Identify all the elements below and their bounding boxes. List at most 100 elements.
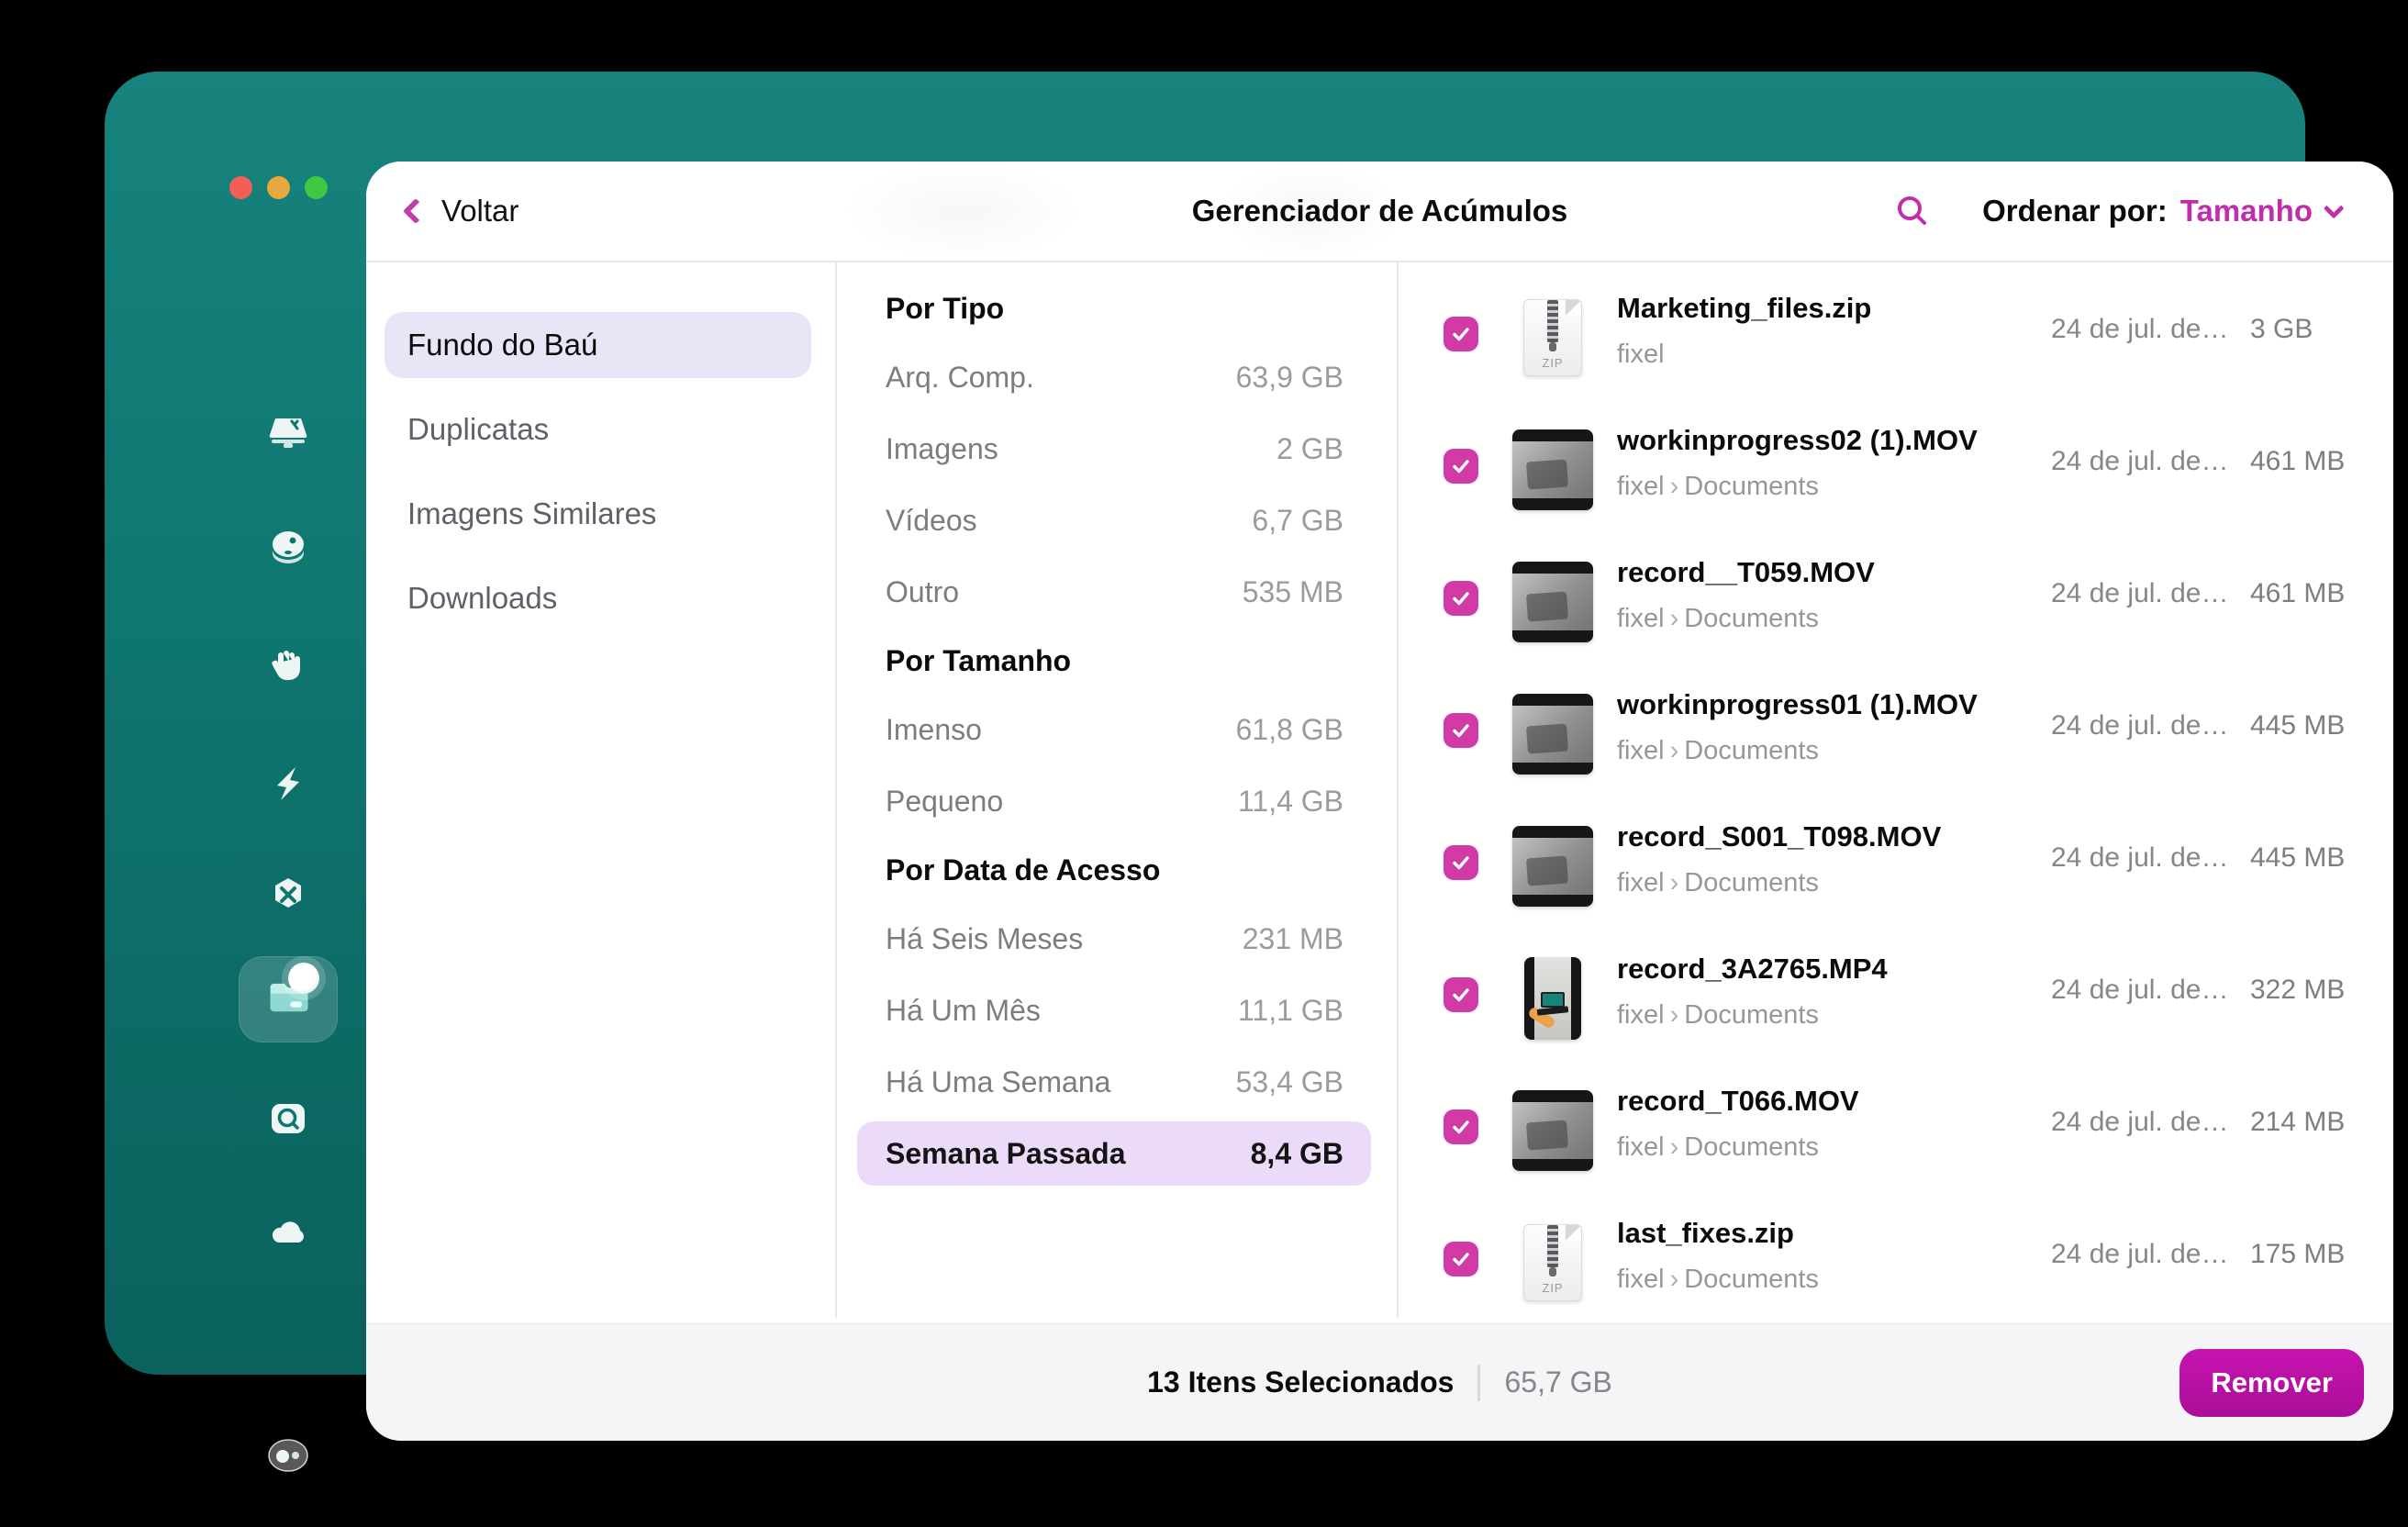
row-checkbox[interactable] — [1444, 1109, 1478, 1144]
table-row[interactable]: workinprogress01 (1).MOV fixel › Documents 2… — [1397, 664, 2393, 797]
filter-row-semana-passada[interactable]: Semana Passada 8,4 GB — [835, 1118, 1397, 1189]
file-path: fixel › Documents — [1617, 1132, 1819, 1163]
file-path: fixel › Documents — [1617, 472, 1819, 502]
zipper-detail — [1547, 1225, 1558, 1267]
sidebar-item-assistant[interactable] — [262, 1431, 315, 1484]
filter-row-imagens[interactable]: Imagens 2 GB — [835, 413, 1397, 485]
folded-corner — [1566, 300, 1581, 316]
sort-dropdown[interactable]: Ordenar por: Tamanho — [1982, 194, 2345, 228]
filter-row-h-um-m-s[interactable]: Há Um Mês 11,1 GB — [835, 975, 1397, 1046]
thumbnail-detail — [1526, 723, 1568, 754]
content-panel: Voltar Gerenciador de Acúmulos Ordenar p… — [366, 162, 2393, 1441]
letterbox-bar — [1512, 763, 1593, 775]
file-name: last_fixes.zip — [1617, 1217, 1794, 1249]
nav-item-label: Imagens Similares — [407, 496, 657, 530]
sidebar-item-protection[interactable] — [262, 641, 315, 694]
filter-panel: Por Tipo Arq. Comp. 63,9 GB Imagens 2 GB Víde… — [835, 262, 1397, 1189]
magnifier-disk-icon — [264, 1095, 312, 1147]
file-thumbnail — [1507, 690, 1599, 778]
file-name: record_3A2765.MP4 — [1617, 953, 1888, 985]
assistant-avatar-icon — [264, 1432, 312, 1484]
sidebar-item-smart-scan[interactable] — [262, 407, 315, 460]
path-segment: fixel — [1617, 340, 1665, 369]
thumbnail-detail — [1526, 591, 1568, 622]
sidebar-item-cloud[interactable] — [262, 1209, 315, 1262]
filter-row-imenso[interactable]: Imenso 61,8 GB — [835, 694, 1397, 765]
filter-size-value: 2 GB — [1276, 431, 1343, 465]
remove-button[interactable]: Remover — [2179, 1348, 2364, 1417]
chevron-down-icon — [2323, 197, 2345, 219]
file-size: 445 MB — [2250, 710, 2346, 741]
filter-size-value: 535 MB — [1242, 574, 1343, 608]
file-size: 461 MB — [2250, 578, 2346, 608]
row-checkbox[interactable] — [1444, 449, 1478, 484]
filter-row-h-seis-meses[interactable]: Há Seis Meses 231 MB — [835, 903, 1397, 975]
file-size: 461 MB — [2250, 446, 2346, 476]
filter-row-v-deos[interactable]: Vídeos 6,7 GB — [835, 485, 1397, 556]
filter-label: Arq. Comp. — [886, 360, 1034, 394]
folded-corner — [1566, 1225, 1581, 1241]
path-segment: fixel — [1617, 868, 1665, 897]
file-name: workinprogress01 (1).MOV — [1617, 688, 1978, 720]
nav-item-duplicatas[interactable]: Duplicatas — [366, 387, 835, 472]
hexagon-tools-icon — [264, 871, 312, 923]
path-separator: › — [1669, 1132, 1679, 1162]
row-checkbox[interactable] — [1444, 581, 1478, 616]
search-icon[interactable] — [1894, 193, 1931, 229]
table-row[interactable]: workinprogress02 (1).MOV fixel › Documents 2… — [1397, 400, 2393, 532]
zipper-pull — [1549, 342, 1556, 351]
filter-label: Outro — [886, 574, 960, 608]
path-segment: Documents — [1684, 868, 1819, 897]
robot-head-icon — [264, 524, 312, 576]
nav-item-imagens-similares[interactable]: Imagens Similares — [366, 472, 835, 556]
filter-row-pequeno[interactable]: Pequeno 11,4 GB — [835, 765, 1397, 837]
table-row[interactable]: record_T066.MOV fixel › Documents 24 de jul.… — [1397, 1061, 2393, 1193]
table-row[interactable]: ZIP last_fixes.zip fixel › Documents 24 de ju… — [1397, 1193, 2393, 1325]
filter-row-outro[interactable]: Outro 535 MB — [835, 556, 1397, 628]
row-checkbox[interactable] — [1444, 845, 1478, 880]
filter-size-value: 61,8 GB — [1235, 712, 1343, 746]
file-path: fixel › Documents — [1617, 604, 1819, 634]
notification-badge — [287, 962, 319, 994]
file-date: 24 de jul. de… — [2051, 1107, 2229, 1137]
path-segment: fixel — [1617, 1265, 1665, 1294]
table-row[interactable]: ZIP Marketing_files.zip fixel 24 de jul. de… — [1397, 268, 2393, 400]
sidebar-item-performance[interactable] — [262, 759, 315, 812]
zipper-pull — [1549, 1267, 1556, 1276]
letterbox-bar — [1512, 630, 1593, 642]
video-thumbnail — [1512, 694, 1593, 775]
sidebar-item-applications[interactable] — [262, 870, 315, 923]
file-date: 24 de jul. de… — [2051, 975, 2229, 1005]
file-list: ZIP Marketing_files.zip fixel 24 de jul. de… — [1397, 262, 2393, 1325]
row-checkbox[interactable] — [1444, 977, 1478, 1012]
sidebar-item-space-lens[interactable] — [262, 1094, 315, 1147]
app-window: Voltar Gerenciador de Acúmulos Ordenar p… — [105, 72, 2393, 1472]
filter-row-h-uma-semana[interactable]: Há Uma Semana 53,4 GB — [835, 1046, 1397, 1118]
file-name: workinprogress02 (1).MOV — [1617, 424, 1978, 456]
video-thumbnail-portrait — [1524, 957, 1581, 1040]
row-checkbox[interactable] — [1444, 1242, 1478, 1276]
path-separator: › — [1669, 1000, 1679, 1030]
pillarbox-bar — [1524, 957, 1534, 1040]
table-row[interactable]: record_S001_T098.MOV fixel › Documents 24 de… — [1397, 797, 2393, 929]
video-thumbnail — [1512, 826, 1593, 907]
sidebar-item-cleanup[interactable] — [262, 523, 315, 576]
selected-count: 13 Itens Selecionados — [1147, 1365, 1455, 1399]
row-checkbox[interactable] — [1444, 317, 1478, 351]
table-row[interactable]: record__T059.MOV fixel › Documents 24 de jul… — [1397, 532, 2393, 664]
zip-badge-text: ZIP — [1542, 1281, 1564, 1295]
nav-item-fundo-do-ba-[interactable]: Fundo do Baú — [366, 303, 835, 387]
table-row[interactable]: record_3A2765.MP4 fixel › Documents 24 de ju… — [1397, 929, 2393, 1061]
nav-item-label: Downloads — [407, 581, 558, 615]
letterbox-bar — [1512, 1159, 1593, 1171]
lightning-icon — [264, 760, 312, 812]
filter-row-arq-comp-[interactable]: Arq. Comp. 63,9 GB — [835, 341, 1397, 413]
video-thumbnail — [1512, 429, 1593, 510]
nav-item-downloads[interactable]: Downloads — [366, 556, 835, 641]
sidebar-item-my-clutter-active[interactable] — [238, 956, 338, 1042]
file-name: record_T066.MOV — [1617, 1085, 1859, 1117]
row-checkbox[interactable] — [1444, 713, 1478, 748]
path-separator: › — [1669, 868, 1679, 897]
path-segment: fixel — [1617, 736, 1665, 765]
zip-badge-text: ZIP — [1542, 356, 1564, 370]
